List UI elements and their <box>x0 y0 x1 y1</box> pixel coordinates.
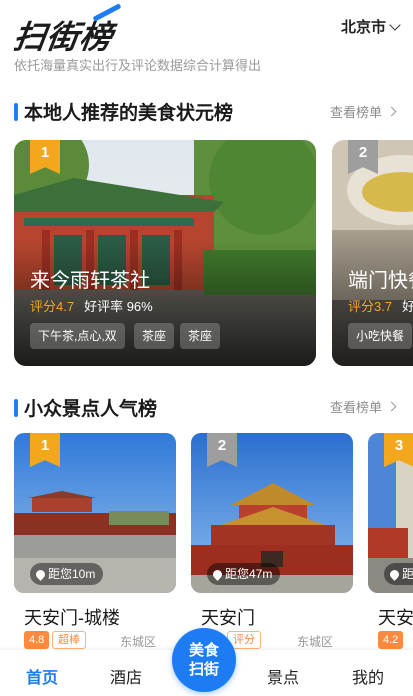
distance-badge: 距 <box>384 563 413 585</box>
chevron-right-icon <box>386 106 397 117</box>
tab-home[interactable]: 首页 <box>12 664 72 688</box>
app-logo: 扫街榜 <box>11 19 116 55</box>
distance-badge: 距您47m <box>207 563 281 585</box>
spot-section-title: 小众景点人气榜 <box>24 399 158 420</box>
location-pin-icon <box>388 567 401 581</box>
spot-score: 4.8 <box>24 631 50 649</box>
spot-section-heading: 小众景点人气榜 <box>14 394 157 421</box>
restaurant-name: 来今雨轩茶社 <box>30 270 150 292</box>
restaurant-name: 端门快餐 <box>348 270 413 292</box>
food-view-list-label: 查看榜单 <box>329 105 382 120</box>
spot-name: 天安门-城楼 <box>24 608 120 628</box>
spot-name: 天安门 <box>201 608 255 628</box>
food-view-list-link[interactable]: 查看榜单 <box>329 102 397 121</box>
city-selector[interactable]: 北京市 <box>340 16 401 37</box>
restaurant-praise-rate: 好 <box>402 299 413 314</box>
center-button-line-1: 美食 <box>188 642 219 659</box>
chevron-right-icon <box>386 401 397 412</box>
food-card-2[interactable]: 2 端门快餐 评分3.7 好 小吃快餐 <box>332 140 413 366</box>
restaurant-rating-row: 评分3.7 好 <box>348 296 413 315</box>
food-section-title: 本地人推荐的美食状元榜 <box>24 103 234 124</box>
tab-spots[interactable]: 景点 <box>253 664 313 688</box>
spot-view-list-link[interactable]: 查看榜单 <box>329 397 397 416</box>
distance-text: 距您10m <box>48 567 96 581</box>
section-accent-bar <box>14 102 18 121</box>
spot-score-tag: 超棒 <box>52 631 86 649</box>
restaurant-score: 评分3.7 <box>348 299 393 314</box>
restaurant-score: 评分4.7 <box>30 299 75 314</box>
restaurant-tag: 茶座 <box>134 323 175 349</box>
food-scan-center-button[interactable]: 美食 扫街 <box>172 628 236 692</box>
spot-district: 东城区 <box>297 635 334 649</box>
spot-view-list-label: 查看榜单 <box>329 400 382 415</box>
center-button-line-2: 扫街 <box>188 661 219 678</box>
food-card-1[interactable]: 1 来今雨轩茶社 评分4.7 好评率 96% 下午茶,点心,双 茶座 茶座 <box>14 140 316 366</box>
distance-badge: 距您10m <box>30 563 104 585</box>
restaurant-tag: 茶座 <box>180 323 221 349</box>
app-subtitle: 依托海量真实出行及评论数据综合计算得出 <box>14 58 262 73</box>
section-accent-bar <box>14 398 18 417</box>
restaurant-rating-row: 评分4.7 好评率 96% <box>30 296 153 315</box>
spot-score: 4.2 <box>378 631 404 649</box>
location-pin-icon <box>34 567 47 581</box>
spot-district: 东城区 <box>120 635 157 649</box>
city-label: 北京市 <box>340 19 386 36</box>
restaurant-tag: 下午茶,点心,双 <box>30 323 125 349</box>
food-section-heading: 本地人推荐的美食状元榜 <box>14 98 233 125</box>
restaurant-tag: 小吃快餐 <box>348 323 413 349</box>
tab-mine[interactable]: 我的 <box>338 664 398 688</box>
distance-text: 距 <box>402 567 413 581</box>
spot-name: 天安 <box>378 608 413 628</box>
restaurant-praise-rate: 好评率 96% <box>84 299 153 314</box>
location-pin-icon <box>211 567 224 581</box>
distance-text: 距您47m <box>225 567 273 581</box>
header: 扫街榜 依托海量真实出行及评论数据综合计算得出 北京市 <box>0 0 413 80</box>
chevron-down-icon <box>389 18 401 31</box>
tab-hotel[interactable]: 酒店 <box>96 664 156 688</box>
